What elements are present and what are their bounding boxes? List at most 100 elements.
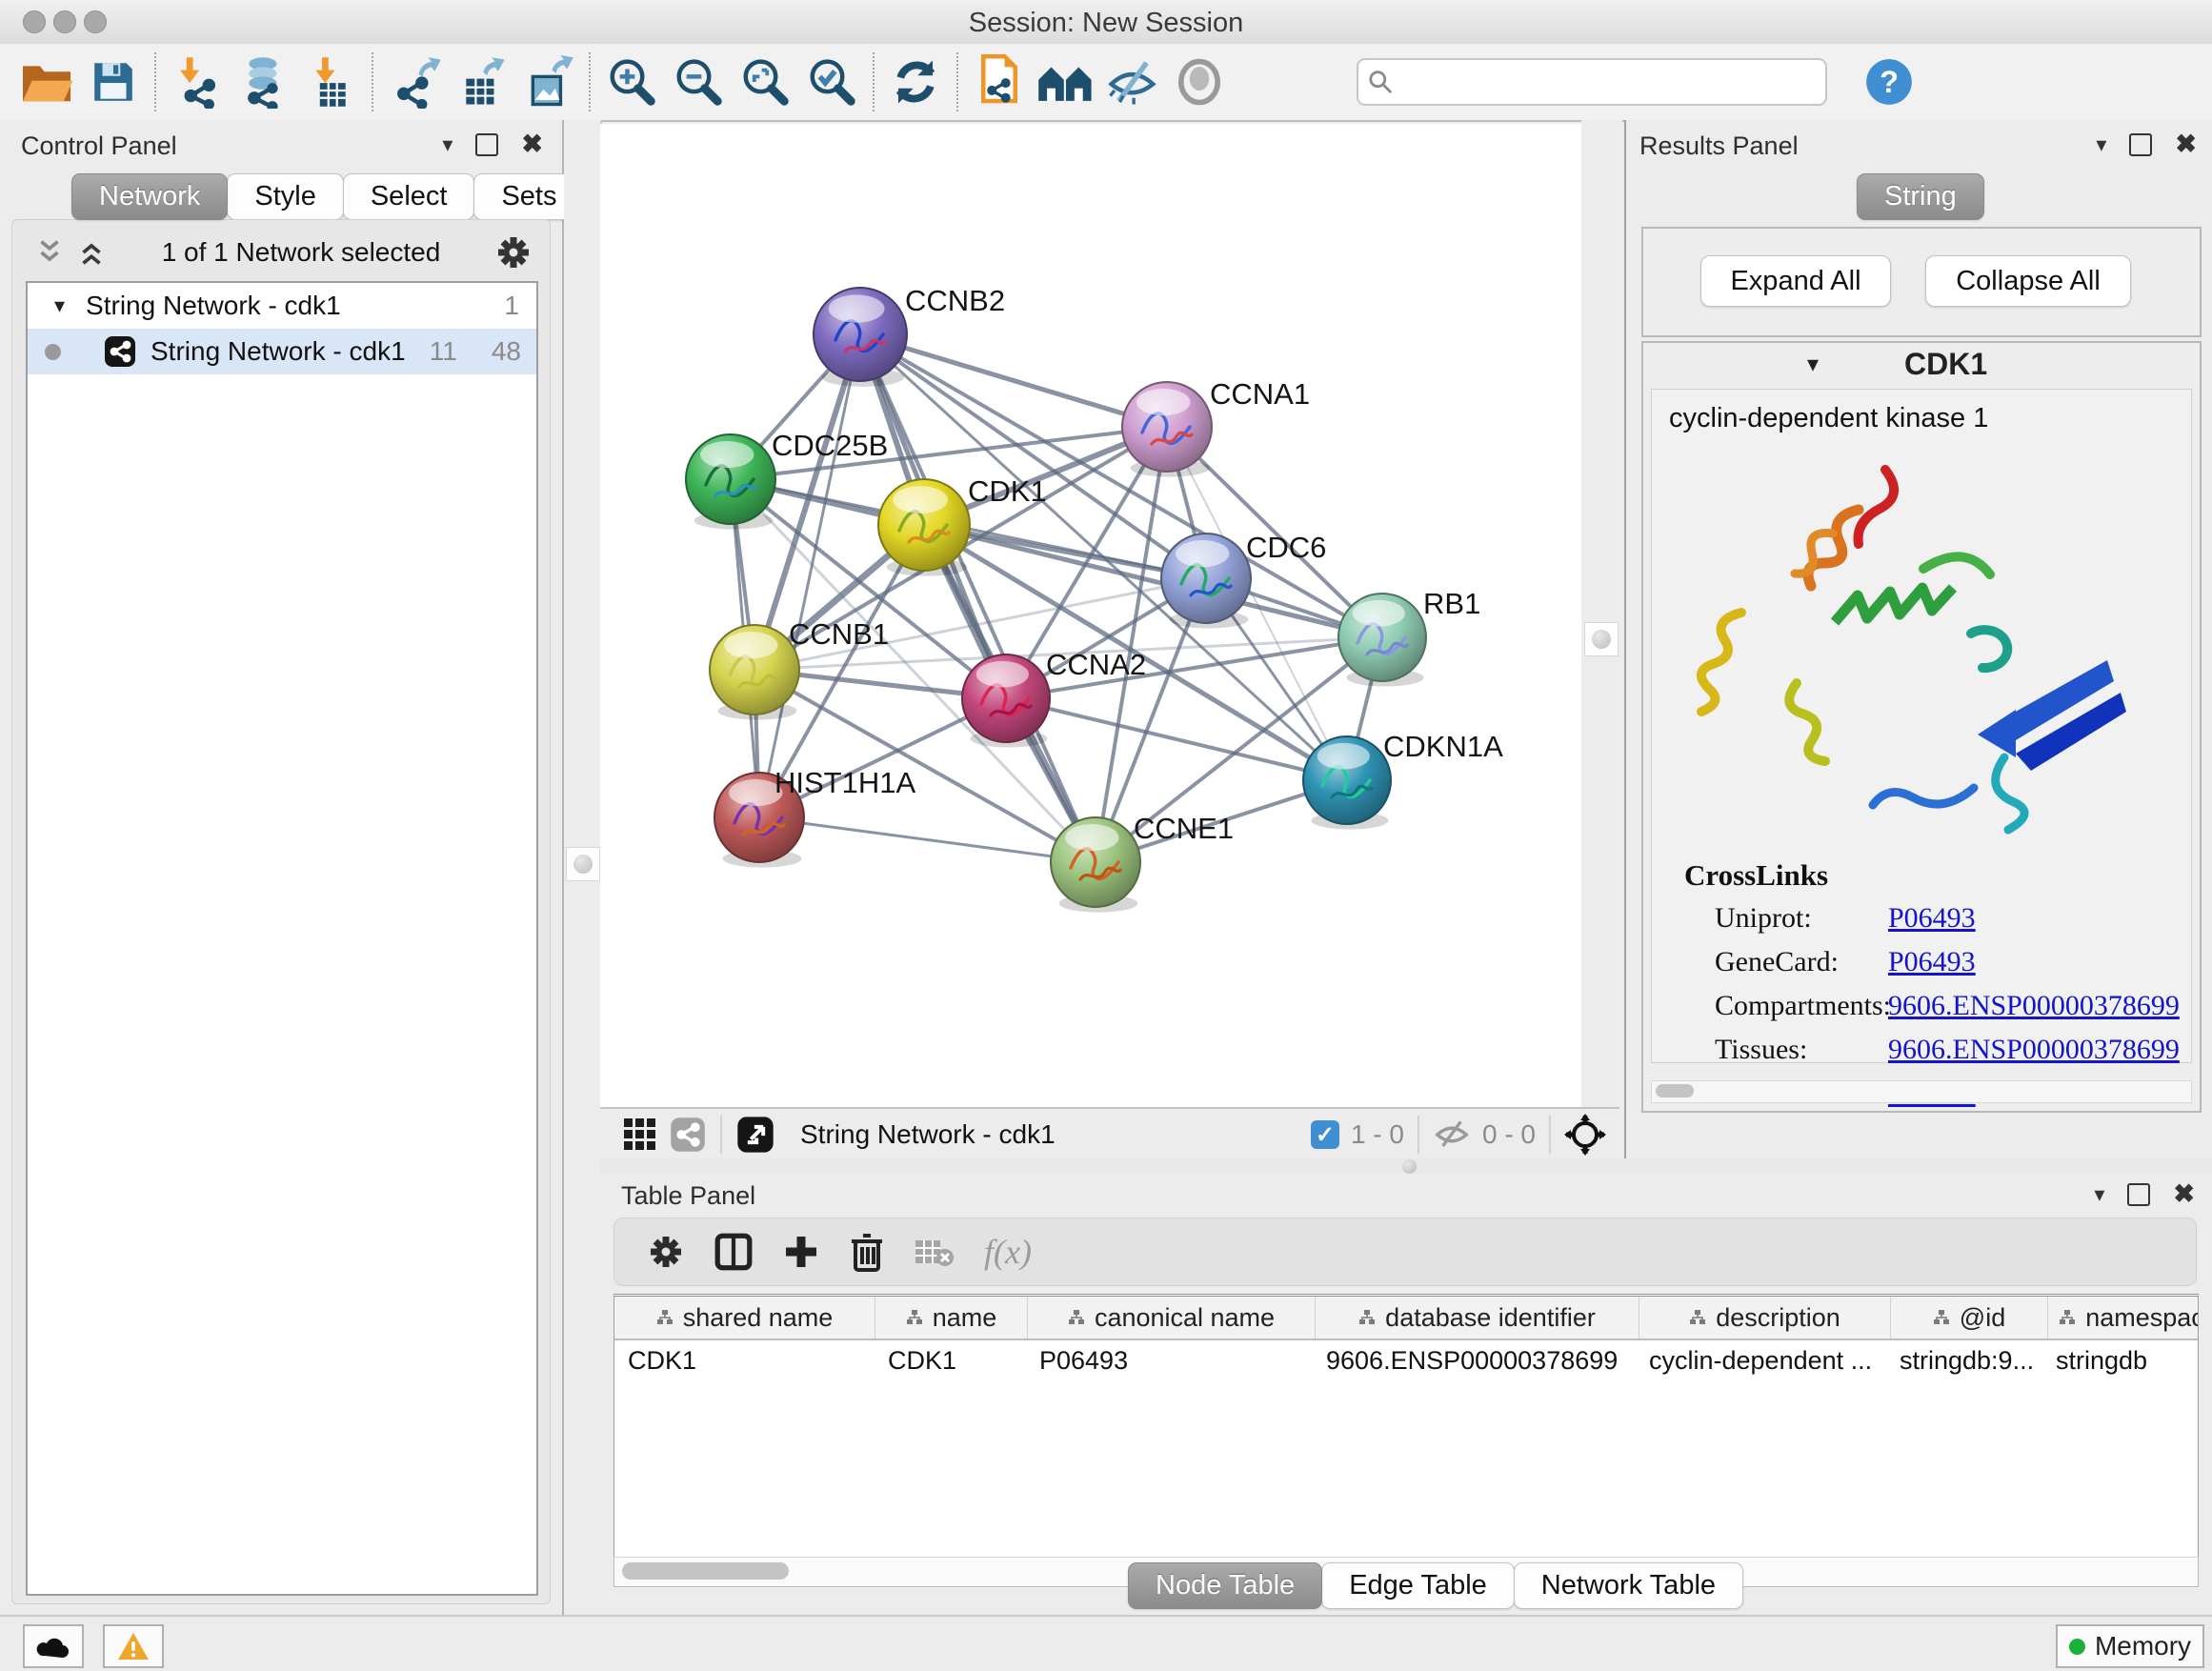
panel-menu-icon[interactable]: ▾ [442, 132, 452, 157]
float-panel-icon[interactable] [2129, 133, 2152, 156]
network-edge-ccnb2-hist1h1a[interactable] [759, 334, 860, 817]
selected-checkbox-icon[interactable]: ✓ [1311, 1120, 1339, 1149]
network-canvas[interactable]: CCNB2CCNA1CDC25BCDK1CDC6RB1CCNB1CCNA2CDK… [600, 124, 1581, 1107]
warnings-button[interactable] [103, 1624, 164, 1668]
tab-node-table[interactable]: Node Table [1128, 1562, 1322, 1609]
network-edge-ccnb2-ccna1[interactable] [860, 334, 1167, 427]
network-node-ccna1[interactable] [1122, 382, 1212, 477]
results-horizontal-scrollbar[interactable] [1651, 1080, 2192, 1103]
close-panel-icon[interactable]: ✖ [2173, 1179, 2195, 1209]
import-table-file-button[interactable] [297, 51, 364, 112]
import-network-database-button[interactable] [231, 51, 297, 112]
network-collection-row[interactable]: ▾ String Network - cdk1 1 [28, 283, 536, 329]
panel-menu-icon[interactable]: ▾ [2096, 132, 2106, 157]
help-button[interactable]: ? [1856, 51, 1922, 112]
attribute-icon [1068, 1309, 1085, 1326]
collection-disclosure-icon[interactable]: ▾ [54, 293, 65, 318]
network-node-ccna2[interactable] [962, 654, 1050, 748]
delete-column-icon[interactable] [849, 1232, 885, 1272]
cloud-status-button[interactable] [23, 1624, 84, 1668]
left-splitter[interactable] [564, 120, 602, 1615]
import-network-file-button[interactable] [164, 51, 231, 112]
right-splitter-handle[interactable] [1584, 622, 1619, 656]
tab-edge-table[interactable]: Edge Table [1321, 1562, 1515, 1609]
home-networks-button[interactable] [1033, 51, 1099, 112]
scrollbar-thumb[interactable] [1656, 1084, 1694, 1097]
network-node-ccne1[interactable] [1051, 817, 1140, 913]
expand-all-button[interactable]: Expand All [1700, 255, 1891, 307]
column-header-database-identifier[interactable]: database identifier [1316, 1297, 1639, 1339]
zoom-selected-button[interactable] [798, 51, 865, 112]
collapse-all-icon[interactable] [33, 236, 66, 269]
open-session-button[interactable] [13, 51, 80, 112]
close-panel-icon[interactable]: ✖ [521, 130, 543, 159]
fit-crosshair-icon[interactable] [1564, 1114, 1606, 1156]
title-bar[interactable]: Session: New Session [0, 0, 2212, 45]
float-panel-icon[interactable] [475, 133, 498, 156]
column-header-namespace[interactable]: namespace [2048, 1297, 2199, 1339]
table-row[interactable]: CDK1 CDK1 P06493 9606.ENSP00000378699 cy… [614, 1340, 2198, 1380]
tab-style[interactable]: Style [227, 173, 343, 220]
network-node-cdk1[interactable] [878, 479, 970, 576]
zoom-in-icon [606, 56, 657, 108]
left-splitter-handle[interactable] [566, 847, 600, 881]
export-network-button[interactable] [381, 51, 448, 112]
tab-network-table[interactable]: Network Table [1514, 1562, 1743, 1609]
column-header-name[interactable]: name [875, 1297, 1028, 1339]
refresh-button[interactable] [882, 51, 949, 112]
toolbar-search[interactable] [1357, 58, 1827, 106]
status-separator [1418, 1116, 1419, 1154]
network-node-rb1[interactable] [1338, 594, 1426, 687]
scrollbar-thumb[interactable] [622, 1562, 789, 1580]
zoom-out-button[interactable] [665, 51, 732, 112]
tab-select[interactable]: Select [343, 173, 475, 220]
export-table-button[interactable] [448, 51, 514, 112]
network-node-cdkn1a[interactable] [1303, 736, 1391, 830]
right-splitter[interactable] [1581, 120, 1622, 1107]
column-header-description[interactable]: description [1639, 1297, 1891, 1339]
save-session-button[interactable] [80, 51, 147, 112]
hide-selected-button[interactable] [1099, 51, 1166, 112]
network-edge-hist1h1a-ccne1[interactable] [759, 817, 1096, 862]
network-row-selected[interactable]: String Network - cdk1 11 48 [28, 329, 536, 374]
show-eye-button[interactable] [1166, 51, 1233, 112]
birds-eye-view-icon[interactable] [735, 1115, 775, 1155]
network-node-cdc6[interactable] [1161, 534, 1251, 629]
crosslink-link[interactable]: P06493 [1888, 946, 1976, 978]
show-columns-icon[interactable] [714, 1232, 754, 1272]
network-node-cdc25b[interactable] [686, 434, 775, 530]
column-header-canonical-name[interactable]: canonical name [1028, 1297, 1316, 1339]
tab-network[interactable]: Network [71, 173, 228, 220]
export-image-button[interactable] [514, 51, 581, 112]
collapse-all-button[interactable]: Collapse All [1925, 255, 2131, 307]
expand-all-icon[interactable] [75, 236, 108, 269]
memory-button[interactable]: Memory [2056, 1624, 2204, 1668]
panel-menu-icon[interactable]: ▾ [2094, 1182, 2104, 1207]
node-label-cdc25b: CDC25B [772, 429, 888, 462]
toolbar-separator [154, 52, 156, 111]
table-options-gear-icon[interactable] [647, 1233, 685, 1271]
network-node-ccnb1[interactable] [710, 625, 799, 720]
crosslink-link[interactable]: 9606.ENSP00000378699 [1888, 1034, 2180, 1066]
grid-view-icon[interactable] [621, 1116, 659, 1154]
share-view-icon[interactable] [669, 1116, 707, 1154]
column-header-id[interactable]: @id [1891, 1297, 2048, 1339]
entry-disclosure-icon[interactable]: ▾ [1807, 351, 1819, 378]
network-options-gear-icon[interactable] [494, 233, 533, 272]
column-header-shared-name[interactable]: shared name [614, 1297, 875, 1339]
crosslink-link[interactable]: P06493 [1888, 902, 1976, 935]
window-title: Session: New Session [0, 8, 2212, 39]
network-graph[interactable]: CCNB2CCNA1CDC25BCDK1CDC6RB1CCNB1CCNA2CDK… [600, 124, 1581, 1107]
share-network-button[interactable] [966, 51, 1033, 112]
search-input[interactable] [1393, 67, 1816, 98]
close-panel-icon[interactable]: ✖ [2175, 130, 2197, 159]
tab-string[interactable]: String [1857, 173, 1984, 220]
protein-entry-header[interactable]: ▾ CDK1 [1643, 343, 2200, 385]
network-edge-ccna2-cdkn1a[interactable] [1006, 698, 1347, 780]
zoom-fit-button[interactable] [732, 51, 798, 112]
float-panel-icon[interactable] [2127, 1183, 2150, 1206]
table-panel-splitter[interactable] [600, 1158, 2212, 1174]
add-column-icon[interactable] [782, 1233, 820, 1271]
zoom-in-button[interactable] [598, 51, 665, 112]
crosslink-link[interactable]: 9606.ENSP00000378699 [1888, 990, 2180, 1022]
